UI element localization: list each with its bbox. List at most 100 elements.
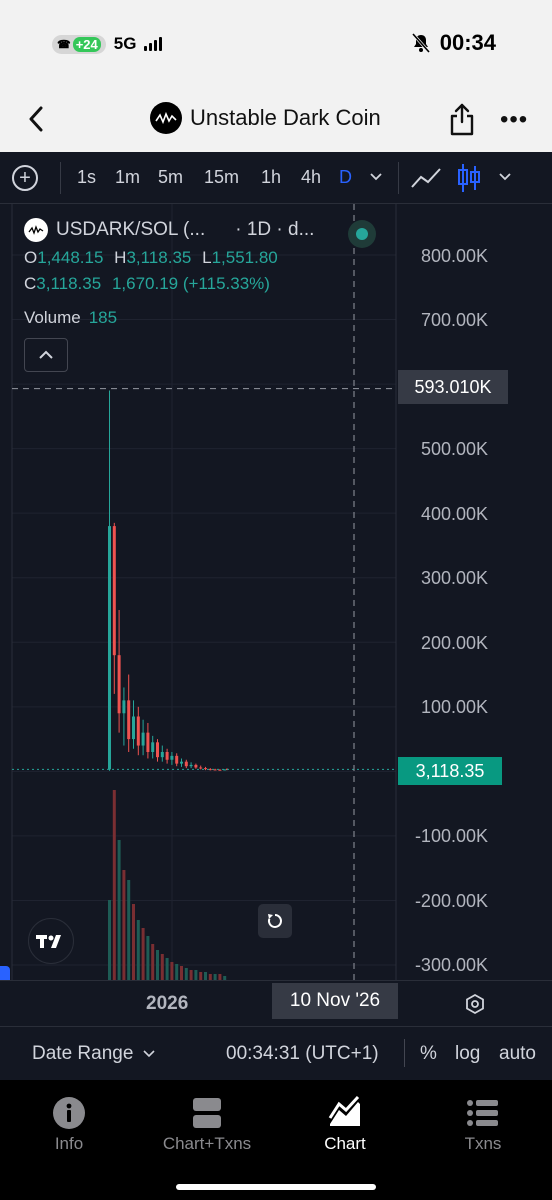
- back-chevron-icon[interactable]: [22, 104, 52, 134]
- interval-d[interactable]: D: [339, 167, 352, 188]
- legend-ohlc-row: O1,448.15 H3,118.35 L1,551.80: [24, 248, 314, 268]
- reset-icon: [267, 914, 282, 928]
- status-time: 00:34: [439, 30, 496, 55]
- status-right: 00:34: [411, 30, 496, 56]
- chart-bottom-bar: Date Range 00:34:31 (UTC+1) % log auto: [0, 1026, 552, 1080]
- axis-settings-icon[interactable]: [464, 993, 486, 1015]
- candle-body: [122, 700, 126, 714]
- signal-icon: [144, 37, 163, 51]
- candle-body: [141, 732, 145, 746]
- chart-toolbar: + 1s 1m 5m 15m 1h 4h D: [0, 152, 552, 204]
- nav-bar: Unstable Dark Coin •••: [0, 90, 552, 152]
- chart-type-dropdown-chevron-icon[interactable]: [498, 172, 512, 182]
- candle-body: [165, 752, 169, 760]
- volume-bar: [141, 928, 145, 980]
- legend-title-row: USDARK/SOL (... · 1D · d...: [24, 218, 314, 242]
- candlestick-chart-type-icon[interactable]: [456, 162, 482, 194]
- interval-1s[interactable]: 1s: [77, 167, 96, 188]
- tradingview-logo-icon[interactable]: [28, 918, 74, 964]
- crosshair-price-label: 593.010K: [398, 370, 508, 404]
- toolbar-divider: [60, 162, 61, 194]
- volume-bar: [127, 880, 131, 980]
- interval-4h[interactable]: 4h: [301, 167, 321, 188]
- market-status-icon[interactable]: [348, 220, 376, 248]
- date-range-label: Date Range: [32, 1043, 134, 1064]
- open-value: 1,448.15: [37, 248, 104, 267]
- home-indicator: [176, 1184, 376, 1190]
- last-price-label: 3,118.35: [398, 757, 502, 785]
- volume-bar: [175, 964, 179, 980]
- candle-body: [180, 761, 183, 764]
- y-axis-label: 100.00K: [420, 697, 488, 717]
- tab-txns-label: Txns: [464, 1134, 502, 1153]
- interval-15m[interactable]: 15m: [204, 167, 239, 188]
- more-options-icon[interactable]: •••: [500, 106, 528, 134]
- volume-bar: [132, 904, 135, 980]
- volume-bar: [156, 950, 159, 980]
- volume-bar: [151, 944, 155, 980]
- candle-body: [160, 752, 164, 758]
- low-label: L: [202, 248, 212, 267]
- line-chart-type-icon[interactable]: [410, 165, 442, 191]
- candle-body: [127, 700, 131, 740]
- percent-scale-toggle[interactable]: %: [420, 1043, 437, 1065]
- crosshair-date-label: 10 Nov '26: [272, 983, 398, 1019]
- collapse-legend-button[interactable]: [24, 338, 68, 372]
- timezone-clock[interactable]: 00:34:31 (UTC+1): [226, 1043, 379, 1065]
- candle-body: [156, 742, 159, 758]
- tab-info[interactable]: Info: [9, 1096, 129, 1154]
- volume-bar: [117, 840, 121, 980]
- call-badge-count: +24: [72, 36, 101, 52]
- reset-chart-button[interactable]: [258, 904, 292, 938]
- legend-symbol[interactable]: USDARK/SOL (...: [56, 219, 205, 241]
- log-scale-toggle[interactable]: log: [455, 1043, 480, 1065]
- volume-bar: [122, 870, 126, 980]
- volume-bar: [204, 972, 207, 980]
- volume-bar: [199, 972, 203, 980]
- volume-bar: [170, 962, 174, 980]
- share-icon[interactable]: [448, 102, 476, 136]
- auto-scale-toggle[interactable]: auto: [499, 1043, 536, 1065]
- chart-panel[interactable]: 800.00K 700.00K 500.00K 400.00K 300.00K …: [0, 204, 552, 980]
- interval-5m[interactable]: 5m: [158, 167, 183, 188]
- tab-info-label: Info: [54, 1134, 84, 1153]
- tab-chart-txns[interactable]: Chart+Txns: [147, 1096, 267, 1154]
- legend-interval: · 1D · d...: [235, 219, 315, 240]
- high-label: H: [114, 248, 127, 267]
- volume-bar: [146, 936, 150, 980]
- x-axis: 2026 10 Nov '26: [0, 980, 552, 1026]
- volume-bar: [108, 900, 111, 980]
- candle-body: [117, 655, 121, 714]
- bell-muted-icon: [411, 33, 430, 53]
- candle-body: [108, 526, 111, 770]
- open-label: O: [24, 248, 38, 267]
- network-label: 5G: [113, 34, 137, 53]
- symbol-logo-icon: [24, 218, 48, 242]
- add-indicator-button[interactable]: +: [12, 165, 38, 191]
- volume-bar: [184, 968, 188, 980]
- high-value: 3,118.35: [126, 248, 192, 267]
- info-icon: [53, 1097, 85, 1129]
- candle-body: [208, 769, 212, 771]
- tab-chart[interactable]: Chart: [285, 1096, 405, 1154]
- interval-1h[interactable]: 1h: [261, 167, 281, 188]
- tab-txns[interactable]: Txns: [423, 1096, 543, 1154]
- legend-close-row: C3,118.35 1,670.19 (+115.33%): [24, 274, 314, 294]
- x-axis-year-label: 2026: [146, 993, 189, 1014]
- chart-legend: USDARK/SOL (... · 1D · d... O1,448.15 H3…: [24, 218, 314, 294]
- phone-icon: ☎: [57, 38, 71, 51]
- tab-chart-txns-label: Chart+Txns: [162, 1134, 252, 1153]
- candle-body: [146, 732, 150, 752]
- close-value: 3,118.35: [36, 274, 102, 293]
- low-value: 1,551.80: [211, 248, 278, 267]
- chevron-down-icon: [143, 1050, 155, 1058]
- candle-body: [184, 761, 188, 767]
- interval-dropdown-chevron-icon[interactable]: [369, 172, 383, 182]
- date-range-dropdown[interactable]: Date Range: [32, 1043, 155, 1065]
- chart-icon: [328, 1096, 360, 1126]
- tab-chart-label: Chart: [324, 1134, 366, 1153]
- interval-1m[interactable]: 1m: [115, 167, 140, 188]
- candle-body: [151, 742, 155, 752]
- volume-bar: [180, 966, 183, 980]
- token-logo-icon: [150, 102, 182, 134]
